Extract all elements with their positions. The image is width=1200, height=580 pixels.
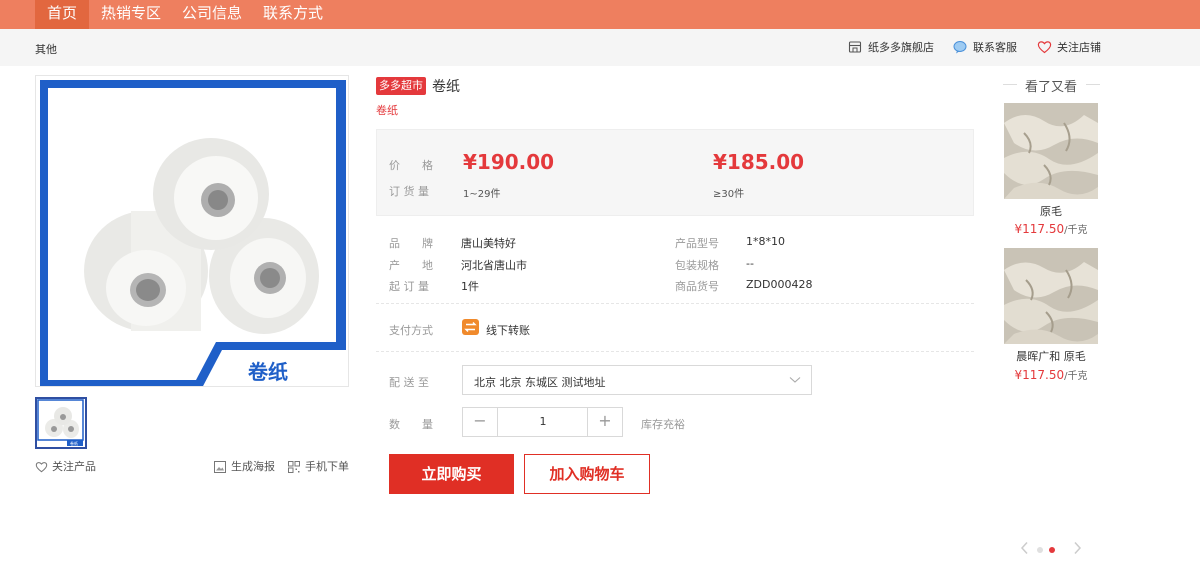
contact-service-link[interactable]: 联系客服 xyxy=(953,40,1017,56)
follow-product-button[interactable]: 关注产品 xyxy=(35,460,96,474)
delivery-address-value: 北京 北京 东城区 测试地址 xyxy=(474,376,606,389)
image-caption: 卷纸 xyxy=(248,360,288,384)
prev-arrow-icon[interactable] xyxy=(1020,540,1030,560)
recommend-item-price: ¥117.50/千克 xyxy=(1003,221,1099,236)
transfer-icon xyxy=(462,319,479,335)
package-value: -- xyxy=(746,257,754,270)
heart-outline-icon xyxy=(35,462,48,473)
order-qty-label: 订 货 量 xyxy=(389,185,429,198)
breadcrumb[interactable]: 其他 xyxy=(35,41,57,57)
delivery-address-select[interactable]: 北京 北京 东城区 测试地址 xyxy=(462,365,812,395)
nav-home[interactable]: 首页 xyxy=(35,0,90,29)
buy-now-button[interactable]: 立即购买 xyxy=(389,454,514,494)
price-label: 价 格 xyxy=(389,159,433,172)
recommend-price-value: ¥117.50 xyxy=(1014,368,1065,382)
qr-code-icon xyxy=(288,461,300,473)
price-box: 价 格 订 货 量 ¥190.00 1~29件 ¥185.00 ≥30件 xyxy=(376,129,974,216)
mobile-order-button[interactable]: 手机下单 xyxy=(288,460,349,474)
nav-contact[interactable]: 联系方式 xyxy=(263,0,323,29)
recommend-price-unit: /千克 xyxy=(1064,225,1088,236)
nav-hot-sale[interactable]: 热销专区 xyxy=(101,0,161,29)
divider xyxy=(376,351,974,352)
tier1-qty: 1~29件 xyxy=(463,189,501,200)
pager-dot-active[interactable] xyxy=(1049,547,1055,553)
model-value: 1*8*10 xyxy=(746,235,785,248)
quantity-stepper: − 1 + xyxy=(462,407,623,437)
sku-label: 商品货号 xyxy=(675,280,719,293)
rec-title-line-right xyxy=(1086,84,1100,85)
min-order-label: 起 订 量 xyxy=(389,280,429,293)
stock-status: 库存充裕 xyxy=(641,418,685,431)
recommend-item-image[interactable] xyxy=(1004,103,1098,199)
min-order-value: 1件 xyxy=(461,280,479,293)
delivery-label: 配 送 至 xyxy=(389,376,429,389)
generate-poster-button[interactable]: 生成海报 xyxy=(214,460,275,474)
recommend-price-value: ¥117.50 xyxy=(1014,222,1065,236)
tier2-qty: ≥30件 xyxy=(713,189,745,200)
raw-wool-image xyxy=(1004,248,1098,344)
image-icon xyxy=(214,461,226,473)
thumbnail[interactable]: 卷纸 xyxy=(35,397,87,449)
add-to-cart-button[interactable]: 加入购物车 xyxy=(524,454,650,494)
sku-value: ZDD000428 xyxy=(746,278,813,291)
top-nav: 首页 热销专区 公司信息 联系方式 xyxy=(0,0,1200,29)
thumbnail-caption: 卷纸 xyxy=(70,441,78,446)
recommend-item-image[interactable] xyxy=(1004,248,1098,344)
origin-label: 产 地 xyxy=(389,259,433,272)
decrease-button[interactable]: − xyxy=(463,408,498,436)
next-arrow-icon[interactable] xyxy=(1072,540,1082,560)
supermarket-badge: 多多超市 xyxy=(376,77,426,95)
brand-value: 唐山美特好 xyxy=(461,237,516,250)
recommend-price-unit: /千克 xyxy=(1064,371,1088,382)
payment-label: 支付方式 xyxy=(389,324,433,337)
brand-label: 品 牌 xyxy=(389,237,433,250)
store-icon xyxy=(848,41,862,53)
recommend-item-name[interactable]: 晨晖广和 原毛 xyxy=(1003,348,1099,364)
nav-company-info[interactable]: 公司信息 xyxy=(182,0,242,29)
recommend-item-name[interactable]: 原毛 xyxy=(1003,203,1099,219)
quantity-label: 数 量 xyxy=(389,418,433,431)
thumbnail-image xyxy=(37,399,85,447)
recommend-item-price: ¥117.50/千克 xyxy=(1003,367,1099,382)
recommend-title: 看了又看 xyxy=(1024,80,1077,95)
increase-button[interactable]: + xyxy=(587,408,622,436)
product-title: 卷纸 xyxy=(432,79,460,95)
divider xyxy=(376,303,974,304)
tier1-price: ¥190.00 xyxy=(463,150,555,174)
main-product-image[interactable]: 卷纸 xyxy=(35,75,349,387)
origin-value: 河北省唐山市 xyxy=(461,259,527,272)
product-subtitle: 卷纸 xyxy=(376,104,398,117)
heart-icon xyxy=(1037,41,1052,54)
payment-value: 线下转账 xyxy=(486,324,530,337)
toilet-paper-image xyxy=(36,76,348,386)
chevron-down-icon xyxy=(789,377,801,383)
raw-wool-image xyxy=(1004,103,1098,199)
store-link[interactable]: 纸多多旗舰店 xyxy=(848,40,934,56)
tier2-price: ¥185.00 xyxy=(713,150,805,174)
follow-store-link[interactable]: 关注店铺 xyxy=(1037,40,1101,56)
package-label: 包装规格 xyxy=(675,259,719,272)
pager-dot[interactable] xyxy=(1037,547,1043,553)
sub-bar: 其他 纸多多旗舰店 联系客服 关注店铺 xyxy=(0,29,1200,66)
model-label: 产品型号 xyxy=(675,237,719,250)
quantity-input[interactable]: 1 xyxy=(499,408,587,436)
chat-bubble-icon xyxy=(953,41,967,54)
